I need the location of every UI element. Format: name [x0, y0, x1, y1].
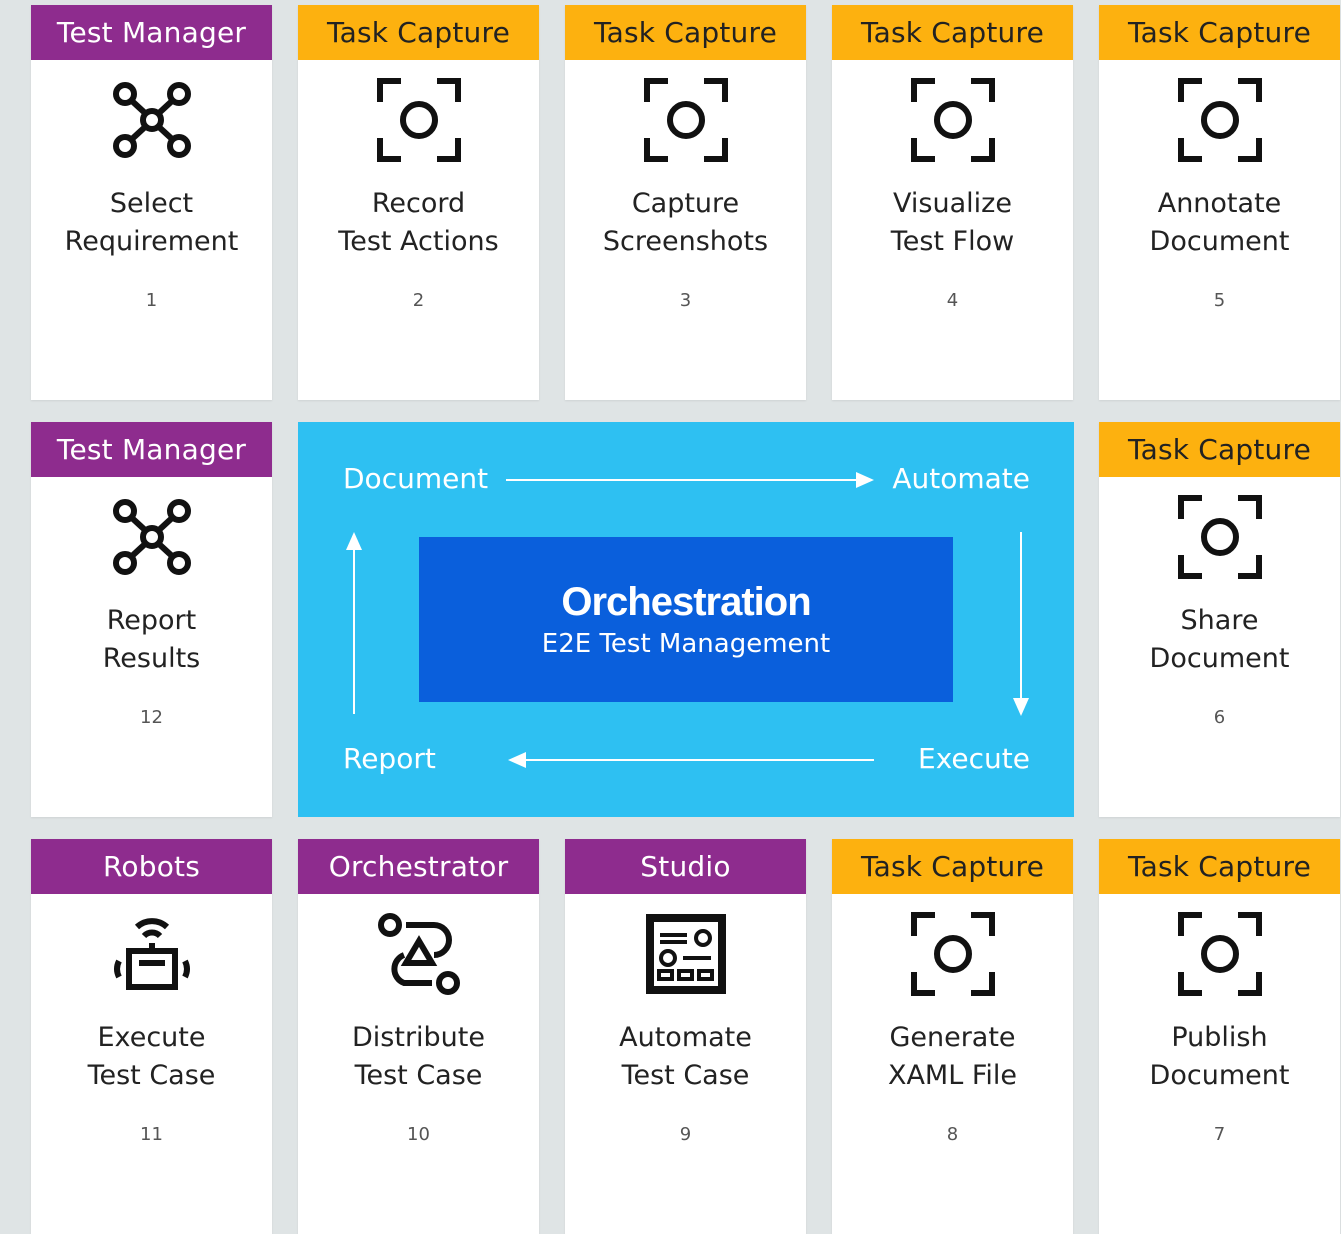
capture-icon	[1177, 77, 1263, 163]
card-title-line: Execute	[97, 1022, 206, 1053]
flow-label-automate: Automate	[892, 462, 1030, 495]
card-title: Distribute Test Case	[298, 1019, 539, 1095]
card-publish-document: Task Capture Publish Document 7	[1099, 839, 1340, 1234]
card-execute-test-case: Robots Execute Test Case 11	[31, 839, 272, 1234]
card-distribute-test-case: Orchestrator Distribute Test Case 10	[298, 839, 539, 1234]
card-header: Test Manager	[31, 422, 272, 477]
step-number: 12	[140, 707, 163, 728]
capture-icon	[910, 77, 996, 163]
orchestration-subtitle: E2E Test Management	[541, 629, 831, 659]
capture-icon	[376, 77, 462, 163]
robot-icon	[109, 911, 195, 997]
card-annotate-document: Task Capture Annotate Document 5	[1099, 5, 1340, 400]
card-title: Visualize Test Flow	[832, 185, 1073, 261]
card-header: Task Capture	[832, 839, 1073, 894]
card-automate-test-case: Studio Automate Test Case 9	[565, 839, 806, 1234]
card-title-line: Generate	[889, 1022, 1016, 1053]
step-number: 11	[140, 1124, 163, 1145]
card-header: Task Capture	[1099, 839, 1340, 894]
orchestrator-icon	[376, 911, 462, 997]
card-title-line: Automate	[619, 1022, 752, 1053]
step-number: 10	[407, 1124, 430, 1145]
card-title-line: XAML File	[887, 1060, 1018, 1091]
arrow-document-to-automate	[506, 472, 874, 488]
step-number: 9	[679, 1124, 692, 1145]
step-number: 6	[1213, 707, 1226, 728]
card-title-line: Results	[102, 643, 201, 674]
capture-icon	[1177, 494, 1263, 580]
step-number: 2	[412, 290, 425, 311]
orchestration-box: Orchestration E2E Test Management	[419, 537, 953, 702]
card-title-line: Annotate	[1157, 188, 1282, 219]
flow-label-report: Report	[343, 742, 436, 775]
card-title-line: Test Flow	[890, 226, 1015, 257]
card-title-line: Record	[371, 188, 466, 219]
card-header: Robots	[31, 839, 272, 894]
card-title-line: Distribute	[352, 1022, 485, 1053]
card-title-line: Share	[1180, 605, 1259, 636]
card-header: Task Capture	[298, 5, 539, 60]
orchestration-title: Orchestration	[561, 580, 811, 624]
card-title: Automate Test Case	[565, 1019, 806, 1095]
step-number: 3	[679, 290, 692, 311]
card-visualize-test-flow: Task Capture Visualize Test Flow 4	[832, 5, 1073, 400]
nodes-icon	[109, 494, 195, 580]
step-number: 8	[946, 1124, 959, 1145]
card-title-line: Report	[106, 605, 197, 636]
card-title-line: Test Case	[621, 1060, 750, 1091]
capture-icon	[910, 911, 996, 997]
step-number: 4	[946, 290, 959, 311]
card-title-line: Screenshots	[602, 226, 769, 257]
card-title: Share Document	[1099, 602, 1340, 678]
card-title-line: Select	[109, 188, 194, 219]
card-title: Select Requirement	[31, 185, 272, 261]
card-header: Test Manager	[31, 5, 272, 60]
card-title-line: Document	[1149, 1060, 1290, 1091]
card-title-line: Requirement	[64, 226, 239, 257]
card-record-test-actions: Task Capture Record Test Actions 2	[298, 5, 539, 400]
card-generate-xaml-file: Task Capture Generate XAML File 8	[832, 839, 1073, 1234]
card-header: Task Capture	[565, 5, 806, 60]
studio-icon	[643, 911, 729, 997]
arrow-automate-to-execute	[1013, 532, 1029, 716]
step-number: 5	[1213, 290, 1226, 311]
card-title: Capture Screenshots	[565, 185, 806, 261]
arrow-execute-to-report	[508, 752, 874, 768]
card-select-requirement: Test Manager Select Requirement 1	[31, 5, 272, 400]
card-header: Task Capture	[1099, 5, 1340, 60]
capture-icon	[1177, 911, 1263, 997]
card-share-document: Task Capture Share Document 6	[1099, 422, 1340, 817]
nodes-icon	[109, 77, 195, 163]
card-header: Task Capture	[832, 5, 1073, 60]
card-title-line: Document	[1149, 226, 1290, 257]
card-title-line: Test Actions	[338, 226, 499, 257]
capture-icon	[643, 77, 729, 163]
card-title-line: Publish	[1171, 1022, 1268, 1053]
orchestration-panel: Document Automate Execute Report Orchest…	[298, 422, 1074, 817]
card-header: Studio	[565, 839, 806, 894]
flow-label-execute: Execute	[918, 742, 1030, 775]
card-title-line: Test Case	[354, 1060, 483, 1091]
step-number: 7	[1213, 1124, 1226, 1145]
card-capture-screenshots: Task Capture Capture Screenshots 3	[565, 5, 806, 400]
flow-label-document: Document	[343, 462, 489, 495]
card-title-line: Test Case	[87, 1060, 216, 1091]
card-title: Record Test Actions	[298, 185, 539, 261]
card-title: Generate XAML File	[832, 1019, 1073, 1095]
arrow-report-to-document	[346, 532, 362, 714]
card-title-line: Visualize	[893, 188, 1012, 219]
card-title-line: Capture	[631, 188, 740, 219]
card-title: Annotate Document	[1099, 185, 1340, 261]
card-report-results: Test Manager Report Results 12	[31, 422, 272, 817]
card-header: Task Capture	[1099, 422, 1340, 477]
card-title: Report Results	[31, 602, 272, 678]
card-title: Publish Document	[1099, 1019, 1340, 1095]
card-title: Execute Test Case	[31, 1019, 272, 1095]
step-number: 1	[145, 290, 158, 311]
card-title-line: Document	[1149, 643, 1290, 674]
card-header: Orchestrator	[298, 839, 539, 894]
